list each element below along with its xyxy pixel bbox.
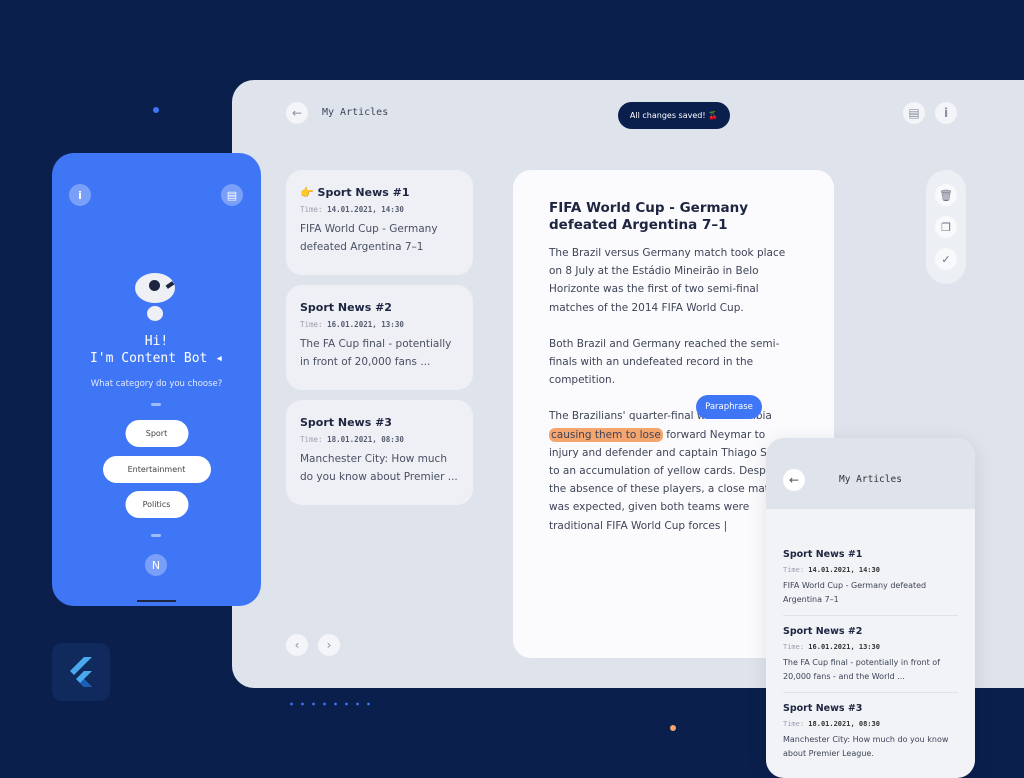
- decor-dot: [153, 107, 159, 113]
- time-label: Time:: [783, 643, 805, 651]
- page-title: My Articles: [322, 107, 389, 118]
- decor-dot: [670, 725, 676, 731]
- mobile-title: My Articles: [839, 474, 902, 485]
- item-title: Sport News #1: [783, 549, 863, 560]
- next-page-button[interactable]: ›: [318, 634, 340, 656]
- card-time: 14.01.2021, 14:30: [327, 205, 404, 214]
- card-desc: Manchester City: How much do you know ab…: [300, 453, 458, 483]
- decor-dot-grid: [286, 697, 378, 715]
- bot-avatar: [135, 273, 177, 321]
- card-desc: The FA Cup final - potentially in front …: [300, 338, 452, 368]
- divider: [151, 534, 161, 537]
- check-icon[interactable]: ✓: [935, 248, 957, 270]
- article-card[interactable]: Sport News #2 Time: 16.01.2021, 13:30 Th…: [286, 285, 473, 390]
- mobile-header: ← My Articles: [766, 438, 975, 509]
- item-desc: Manchester City: How much do you know ab…: [783, 735, 949, 758]
- text: I'm Content Bot: [89, 351, 208, 366]
- item-desc: FIFA World Cup - Germany defeated Argent…: [783, 581, 927, 604]
- card-time: 16.01.2021, 13:30: [327, 320, 404, 329]
- n-logo-button[interactable]: N: [145, 554, 167, 576]
- list-item[interactable]: Sport News #3 Time: 18.01.2021, 08:30 Ma…: [766, 703, 975, 760]
- item-time: 18.01.2021, 08:30: [808, 720, 880, 728]
- time-label: Time:: [300, 320, 323, 329]
- time-label: Time:: [300, 205, 323, 214]
- item-title: Sport News #3: [783, 703, 863, 714]
- item-desc: The FA Cup final - potentially in front …: [783, 658, 940, 681]
- prev-page-button[interactable]: ‹: [286, 634, 308, 656]
- bot-greeting: Hi!: [144, 334, 169, 349]
- document-icon[interactable]: ▤: [903, 102, 925, 124]
- phone-chatbot: i ▤ Hi! I'm Content Bot ◂ What category …: [52, 153, 261, 606]
- item-time: 16.01.2021, 13:30: [808, 643, 880, 651]
- card-desc: FIFA World Cup - Germany defeated Argent…: [300, 223, 438, 253]
- article-paragraph: Both Brazil and Germany reached the semi…: [549, 337, 780, 387]
- article-card[interactable]: 👉 Sport News #1 Time: 14.01.2021, 14:30 …: [286, 170, 473, 275]
- item-time: 14.01.2021, 14:30: [808, 566, 880, 574]
- info-icon[interactable]: i: [69, 184, 91, 206]
- article-title: FIFA World Cup - Germany defeated Argent…: [549, 200, 749, 233]
- flutter-logo: [52, 643, 110, 701]
- card-title: Sport News #2: [300, 301, 392, 314]
- paraphrase-tooltip-button[interactable]: Paraphrase: [696, 395, 762, 419]
- copy-icon[interactable]: ❐: [935, 216, 957, 238]
- document-icon[interactable]: ▤: [221, 184, 243, 206]
- time-label: Time:: [300, 435, 323, 444]
- option-entertainment-button[interactable]: Entertainment: [102, 456, 211, 483]
- bot-question: What category do you choose?: [90, 379, 223, 389]
- pointing-hand-icon: 👉: [300, 186, 314, 199]
- article-paragraph: The Brazilians' quarter-final with Colom…: [549, 407, 798, 534]
- action-toolbar: 🗑 ❐ ✓: [926, 170, 966, 284]
- selected-text[interactable]: causing them to lose: [549, 427, 663, 442]
- card-time: 18.01.2021, 08:30: [327, 435, 404, 444]
- option-sport-button[interactable]: Sport: [125, 420, 188, 447]
- back-button[interactable]: ←: [783, 469, 805, 491]
- home-indicator: [137, 600, 176, 602]
- back-button[interactable]: ←: [286, 102, 308, 124]
- list-item[interactable]: Sport News #1 Time: 14.01.2021, 14:30 FI…: [766, 549, 975, 616]
- article-card[interactable]: Sport News #3 Time: 18.01.2021, 08:30 Ma…: [286, 400, 473, 505]
- card-title: Sport News #3: [300, 416, 392, 429]
- card-title: Sport News #1: [317, 186, 410, 199]
- item-title: Sport News #2: [783, 626, 863, 637]
- option-politics-button[interactable]: Politics: [125, 491, 188, 518]
- bot-name: I'm Content Bot ◂: [89, 351, 224, 366]
- list-item[interactable]: Sport News #2 Time: 16.01.2021, 13:30 Th…: [766, 626, 975, 693]
- divider: [151, 403, 161, 406]
- time-label: Time:: [783, 720, 805, 728]
- article-paragraph: The Brazil versus Germany match took pla…: [549, 247, 786, 314]
- time-label: Time:: [783, 566, 805, 574]
- mobile-articles-screen: ← My Articles Sport News #1 Time: 14.01.…: [766, 438, 975, 778]
- saved-toast: All changes saved! 🍒: [618, 102, 730, 129]
- delete-icon[interactable]: 🗑: [935, 184, 957, 206]
- info-icon[interactable]: i: [935, 102, 957, 124]
- text: forward Neymar to injury and defender an…: [549, 428, 786, 532]
